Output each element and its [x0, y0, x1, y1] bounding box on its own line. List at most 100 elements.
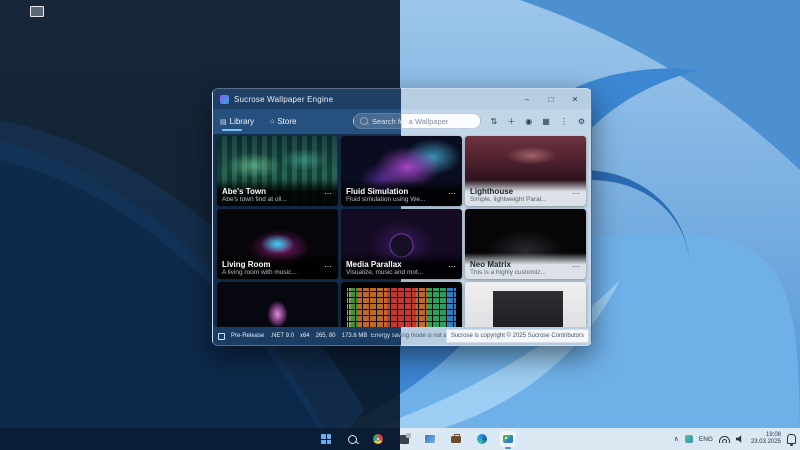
start-button[interactable] — [318, 431, 334, 447]
grid-layout-icon[interactable]: ▦ — [542, 118, 550, 126]
window-titlebar[interactable]: Sucrose Wallpaper Engine – □ ✕ — [213, 89, 591, 109]
tile-subtitle: Abe's town find at oll... — [222, 196, 333, 204]
overlapping-windows-icon — [400, 435, 409, 444]
briefcase-icon — [451, 436, 461, 443]
tile-title: Fluid Simulation — [346, 187, 457, 196]
wallpaper-tile-fluid-simulation[interactable]: Fluid Simulation Fluid simulation using … — [341, 136, 462, 206]
wallpaper-tile-neo-matrix[interactable]: Neo Matrix This is a highly customiz... … — [465, 209, 586, 279]
tab-library[interactable]: ▤ Library — [220, 109, 254, 134]
tray-app-icon[interactable] — [685, 435, 693, 443]
settings-gear-icon[interactable]: ⚙ — [578, 118, 585, 126]
wallpaper-tile-abes-town[interactable]: Abe's Town Abe's town find at oll... ⋯ — [217, 136, 338, 206]
window-title: Sucrose Wallpaper Engine — [234, 95, 333, 104]
tile-title: Abe's Town — [222, 187, 333, 196]
sort-icon[interactable]: ⇅ — [491, 118, 498, 126]
wallpaper-tile-motherboard[interactable] — [465, 282, 586, 327]
colorful-browser-icon — [373, 434, 383, 444]
taskbar-app-icons — [318, 428, 516, 450]
notification-bell-icon[interactable] — [787, 434, 796, 444]
tile-info: Abe's Town Abe's town find at oll... — [217, 180, 338, 206]
tile-title: Living Room — [222, 260, 333, 269]
tile-subtitle: Simple, lightweight Paral... — [470, 196, 581, 204]
tile-more-button[interactable]: ⋯ — [572, 262, 581, 271]
close-button[interactable]: ✕ — [563, 89, 587, 109]
clock-time: 19:08 — [751, 432, 781, 439]
volume-icon[interactable] — [736, 435, 745, 444]
tab-store-label: Store — [277, 117, 296, 126]
tile-title: Lighthouse — [470, 187, 581, 196]
wallpaper-grid: Abe's Town Abe's town find at oll... ⋯ F… — [213, 134, 591, 327]
jellyfish-thumbnail — [217, 282, 338, 327]
add-wallpaper-icon[interactable]: ＋ — [507, 118, 515, 126]
tile-title: Neo Matrix — [470, 260, 581, 269]
tile-info: Neo Matrix This is a highly customiz... — [465, 253, 586, 279]
tab-strip: ▤ Library ⌂ Store — [220, 109, 296, 134]
capture-icon[interactable]: ◉ — [525, 118, 532, 126]
status-badge-icon — [218, 333, 225, 340]
search-placeholder: Search for a Wallpaper — [372, 117, 448, 126]
tab-library-label: Library — [230, 117, 254, 126]
wallpaper-tile-media-parallax[interactable]: Media Parallax Visualize, music and mot.… — [341, 209, 462, 279]
tile-more-button[interactable]: ⋯ — [572, 189, 581, 198]
sucrose-wallpaper-engine-window: Sucrose Wallpaper Engine – □ ✕ ▤ Library… — [212, 88, 592, 346]
library-icon: ▤ — [220, 118, 227, 126]
hidden-icons-chevron[interactable]: ∧ — [674, 436, 679, 443]
windows-start-icon — [321, 434, 331, 444]
status-release-channel: Pre-Release — [231, 333, 264, 339]
toolbar-actions: ⇅ ＋ ◉ ▦ ⋮ ⚙ — [491, 109, 585, 134]
sucrose-app-button[interactable] — [500, 431, 516, 447]
status-memory-usage: 173.6 MB — [342, 333, 368, 339]
status-coordinates: 265, 80 — [316, 333, 336, 339]
window-toolbar: ▤ Library ⌂ Store Search for a Wallpaper… — [213, 109, 591, 134]
motherboard-thumbnail — [465, 282, 586, 327]
wallpaper-tile-living-room[interactable]: Living Room A living room with music... … — [217, 209, 338, 279]
tab-store[interactable]: ⌂ Store — [270, 109, 296, 134]
tile-more-button[interactable]: ⋯ — [448, 189, 457, 198]
tile-info: Fluid Simulation Fluid simulation using … — [341, 180, 462, 206]
desktop-shortcut-icon[interactable] — [30, 6, 44, 17]
taskbar: ∧ ENG 19:08 23.03.2025 — [0, 428, 800, 450]
more-options-icon[interactable]: ⋮ — [560, 118, 568, 126]
tile-more-button[interactable]: ⋯ — [324, 262, 333, 271]
language-indicator[interactable]: ENG — [699, 436, 713, 443]
wallpaper-tile-periodic-table[interactable] — [341, 282, 462, 327]
caption-buttons: – □ ✕ — [515, 89, 587, 109]
search-icon — [360, 117, 368, 125]
media-frame-icon — [424, 434, 436, 444]
taskbar-clock[interactable]: 19:08 23.03.2025 — [751, 432, 781, 446]
tile-subtitle: Fluid simulation using We... — [346, 196, 457, 204]
minimize-button[interactable]: – — [515, 89, 539, 109]
maximize-button[interactable]: □ — [539, 89, 563, 109]
tile-subtitle: A living room with music... — [222, 269, 333, 277]
network-wifi-icon[interactable] — [719, 435, 730, 443]
tile-info: Living Room A living room with music... — [217, 253, 338, 279]
tile-subtitle: This is a highly customiz... — [470, 269, 581, 277]
clock-date: 23.03.2025 — [751, 439, 781, 446]
media-app-button[interactable] — [422, 431, 438, 447]
tile-info: Media Parallax Visualize, music and mot.… — [341, 253, 462, 279]
sucrose-picture-icon — [503, 435, 513, 443]
app-logo-icon — [220, 95, 229, 104]
edge-button[interactable] — [474, 431, 490, 447]
status-copyright: Sucrose is copyright © 2025 Sucrose Cont… — [446, 329, 589, 343]
tile-more-button[interactable]: ⋯ — [324, 189, 333, 198]
tile-info: Lighthouse Simple, lightweight Paral... — [465, 180, 586, 206]
status-runtime: .NET 9.0 — [270, 333, 294, 339]
browser-colorful-button[interactable] — [370, 431, 386, 447]
taskbar-search-button[interactable] — [344, 431, 360, 447]
tile-title: Media Parallax — [346, 260, 457, 269]
wallpaper-tile-jellyfish[interactable] — [217, 282, 338, 327]
edge-browser-icon — [477, 434, 487, 444]
window-statusbar: Pre-Release .NET 9.0 x64 265, 80 173.6 M… — [213, 327, 591, 345]
dark-app-button[interactable] — [396, 431, 412, 447]
tile-more-button[interactable]: ⋯ — [448, 262, 457, 271]
store-icon: ⌂ — [270, 118, 274, 125]
system-tray: ∧ ENG 19:08 23.03.2025 — [674, 428, 796, 450]
search-icon — [348, 435, 357, 444]
wallpaper-tile-lighthouse[interactable]: Lighthouse Simple, lightweight Paral... … — [465, 136, 586, 206]
periodic-table-thumbnail — [341, 282, 462, 327]
status-left-group: Pre-Release .NET 9.0 x64 265, 80 173.6 M… — [218, 327, 367, 345]
files-app-button[interactable] — [448, 431, 464, 447]
tile-subtitle: Visualize, music and mot... — [346, 269, 457, 277]
search-input[interactable]: Search for a Wallpaper — [353, 113, 481, 129]
